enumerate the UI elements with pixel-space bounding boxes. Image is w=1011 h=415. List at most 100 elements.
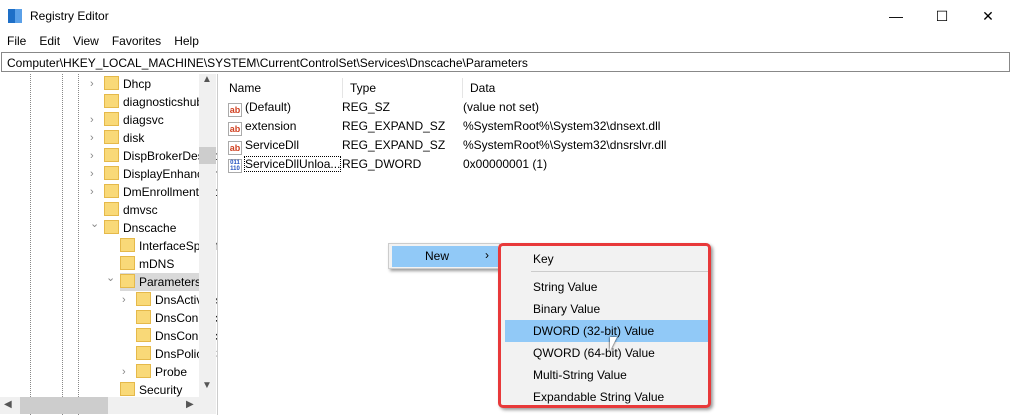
submenu-item[interactable]: Multi-String Value	[505, 364, 708, 386]
tree-item-label: Probe	[155, 365, 188, 379]
folder-icon	[104, 76, 119, 90]
value-type: REG_SZ	[342, 100, 391, 114]
chevron-right-icon[interactable]: ›	[90, 129, 94, 147]
tree-vertical-scrollbar[interactable]: ▲ ▼	[199, 74, 216, 397]
value-name: extension	[245, 119, 297, 133]
menu-view[interactable]: View	[66, 32, 105, 48]
tree-item[interactable]: › Dhcp	[90, 75, 152, 93]
menu-edit[interactable]: Edit	[32, 32, 66, 48]
scroll-right-icon[interactable]: ▶	[186, 399, 194, 410]
table-row[interactable]: 011 110 ServiceDllUnloa... REG_DWORD 0x0000…	[228, 155, 828, 174]
tree-item[interactable]: diagnosticshub	[104, 93, 203, 111]
tree-guide	[62, 74, 63, 415]
submenu-item[interactable]: Binary Value	[505, 298, 708, 320]
folder-icon	[104, 220, 119, 234]
chevron-right-icon[interactable]: ›	[122, 363, 126, 381]
chevron-right-icon[interactable]: ›	[90, 147, 94, 165]
menu-file[interactable]: File	[0, 32, 32, 48]
tree-guide	[78, 74, 79, 415]
folder-icon	[120, 274, 135, 288]
submenu-item[interactable]: QWORD (64-bit) Value	[505, 342, 708, 364]
folder-icon	[104, 94, 119, 108]
menu-favorites[interactable]: Favorites	[105, 32, 167, 48]
value-type: REG_DWORD	[342, 157, 422, 171]
submenu-item[interactable]: Expandable String Value	[505, 386, 708, 408]
scroll-down-icon[interactable]: ▼	[202, 380, 212, 391]
scroll-left-icon[interactable]: ◀	[4, 399, 12, 410]
table-row[interactable]: ab ServiceDll REG_EXPAND_SZ %SystemRoot%\Sy…	[228, 136, 828, 155]
tree-item-label: disk	[123, 131, 145, 145]
column-header-data[interactable]: Data	[463, 78, 763, 98]
value-data: (value not set)	[463, 100, 540, 114]
maximize-button[interactable]: ☐	[919, 0, 965, 32]
menu-help[interactable]: Help	[167, 32, 205, 48]
submenu-item[interactable]: String Value	[505, 276, 708, 298]
close-button[interactable]: ✕	[965, 0, 1011, 32]
tree-item[interactable]: dmvsc	[104, 201, 158, 219]
table-row[interactable]: ab extension REG_EXPAND_SZ %SystemRoot%\Sys…	[228, 117, 828, 136]
value-type: REG_EXPAND_SZ	[342, 119, 446, 133]
folder-icon	[136, 328, 151, 342]
tree-item-label: Dhcp	[123, 77, 152, 91]
folder-icon	[104, 112, 119, 126]
tree-item-label: mDNS	[139, 257, 175, 271]
submenu-item[interactable]: DWORD (32-bit) Value	[505, 320, 708, 342]
scroll-up-icon[interactable]: ▲	[202, 74, 212, 85]
folder-icon	[120, 256, 135, 270]
folder-icon	[136, 346, 151, 360]
table-row[interactable]: ab (Default) REG_SZ (value not set)	[228, 98, 828, 117]
chevron-right-icon[interactable]: ›	[90, 165, 94, 183]
tree-item[interactable]: ⌄ Parameters	[106, 272, 210, 291]
chevron-right-icon[interactable]: ›	[122, 291, 126, 309]
chevron-down-icon[interactable]: ⌄	[90, 215, 99, 233]
tree-item[interactable]: › diagsvc	[90, 111, 164, 129]
title-bar: Registry Editor — ☐ ✕	[0, 0, 1011, 32]
scroll-thumb[interactable]	[20, 397, 108, 414]
chevron-right-icon[interactable]: ›	[90, 111, 94, 129]
submenu-item[interactable]: Key	[505, 248, 708, 270]
folder-icon	[104, 202, 119, 216]
folder-icon	[136, 310, 151, 324]
scroll-thumb[interactable]	[199, 147, 216, 164]
tree-guide	[30, 74, 31, 415]
folder-icon	[104, 130, 119, 144]
tree-item[interactable]: › disk	[90, 129, 145, 147]
regedit-app-icon	[8, 9, 22, 23]
folder-icon	[120, 382, 135, 396]
value-data: %SystemRoot%\System32\dnsrslvr.dll	[463, 138, 667, 152]
minimize-button[interactable]: —	[873, 0, 919, 32]
tree-item-label: Parameters	[139, 275, 202, 289]
chevron-right-icon[interactable]: ›	[90, 75, 94, 93]
tree-horizontal-scrollbar[interactable]: ◀ ▶	[0, 397, 216, 414]
address-bar[interactable]: Computer\HKEY_LOCAL_MACHINE\SYSTEM\Curre…	[1, 52, 1010, 72]
registry-tree[interactable]: › Dhcp diagnosticshub › diagsvc › disk › DispBro…	[0, 74, 218, 415]
folder-icon	[104, 184, 119, 198]
new-submenu: Key String Value Binary Value DWORD (32-bit…	[498, 243, 711, 408]
column-header-type[interactable]: Type	[343, 78, 463, 98]
tree-item-label: diagsvc	[123, 113, 164, 127]
menu-bar: File Edit View Favorites Help	[0, 32, 205, 50]
chevron-right-icon[interactable]: ›	[90, 183, 94, 201]
context-menu: New ›	[388, 243, 500, 269]
folder-icon	[136, 364, 151, 378]
value-data: 0x00000001 (1)	[463, 157, 548, 171]
folder-icon	[104, 166, 119, 180]
tree-item[interactable]: › Probe	[122, 363, 188, 381]
column-header-name[interactable]: Name	[222, 78, 343, 98]
string-value-icon: ab	[228, 122, 242, 136]
chevron-down-icon[interactable]: ⌄	[106, 269, 115, 287]
value-name: ServiceDllUnloa...	[243, 156, 342, 172]
string-value-icon: ab	[228, 141, 242, 155]
binary-value-icon: 011 110	[228, 159, 242, 173]
menu-separator	[531, 271, 708, 272]
tree-item[interactable]: ⌄ Dnscache	[90, 218, 176, 237]
tree-item-label: dmvsc	[123, 203, 158, 217]
tree-item[interactable]: mDNS	[120, 255, 174, 273]
string-value-icon: ab	[228, 103, 242, 117]
value-name: ServiceDll	[245, 138, 300, 152]
tree-item-label: diagnosticshub	[123, 95, 204, 109]
mouse-cursor-icon	[610, 337, 617, 351]
submenu-arrow-icon: ›	[485, 248, 489, 262]
menu-item-new[interactable]: New ›	[392, 246, 498, 267]
folder-icon	[136, 292, 151, 306]
